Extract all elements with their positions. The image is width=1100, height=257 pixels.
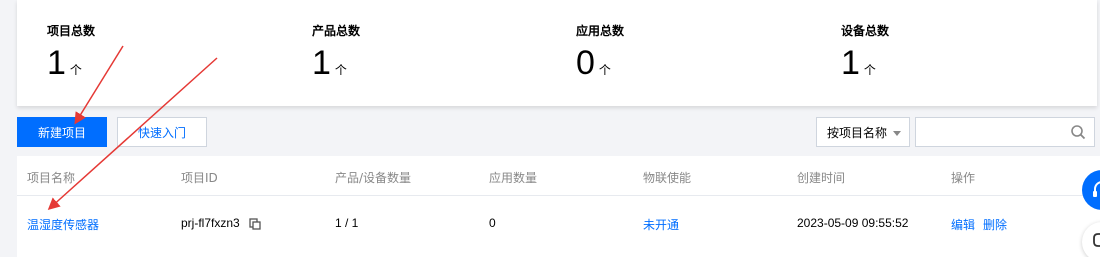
support-button[interactable] (1082, 170, 1100, 210)
search-icon[interactable] (1070, 124, 1086, 140)
stat-value: 1 (312, 44, 331, 82)
col-header: 项目ID (181, 171, 218, 185)
col-header: 操作 (951, 171, 976, 185)
stat-label: 产品总数 (312, 24, 361, 38)
table-row: 温湿度传感器 prj-fl7fxzn3 1 / 1 0 未开通 2023-05-… (17, 197, 1100, 247)
search-input[interactable] (916, 118, 1066, 146)
created-time: 2023-05-09 09:55:52 (797, 216, 909, 230)
stat-unit: 个 (69, 63, 82, 77)
project-name-link[interactable]: 温湿度传感器 (27, 216, 99, 233)
col-header: 物联使能 (643, 171, 692, 185)
iot-enable-link[interactable]: 未开通 (643, 216, 679, 233)
filter-select[interactable]: 按项目名称 (816, 117, 910, 147)
copy-icon[interactable] (249, 218, 261, 230)
chat-icon (1093, 233, 1100, 247)
stats-card: 项目总数 1 个 产品总数 1 个 应用总数 0 个 设备总数 1 个 (17, 0, 1097, 106)
stat-value: 1 (841, 44, 860, 82)
project-table: 项目名称 项目ID 产品/设备数量 应用数量 物联使能 创建时间 操作 温湿度传… (17, 156, 1100, 257)
stat-unit: 个 (334, 63, 347, 77)
col-header: 应用数量 (489, 171, 538, 185)
search-box[interactable] (915, 117, 1095, 147)
stat-value: 0 (576, 44, 595, 82)
stat-unit: 个 (598, 63, 611, 77)
product-device-count: 1 / 1 (335, 216, 359, 230)
delete-link[interactable]: 删除 (983, 216, 1007, 233)
stat-unit: 个 (863, 63, 876, 77)
chat-button[interactable] (1082, 222, 1100, 257)
stat-label: 设备总数 (841, 24, 890, 38)
app-count: 0 (489, 216, 496, 230)
caret-down-icon (893, 131, 901, 136)
create-project-button[interactable]: 新建项目 (17, 117, 107, 147)
project-id-cell: prj-fl7fxzn3 (181, 216, 261, 230)
headset-icon (1093, 181, 1100, 197)
stat-apps: 应用总数 0 个 (576, 22, 624, 81)
col-header: 产品/设备数量 (335, 171, 412, 185)
edit-link[interactable]: 编辑 (951, 216, 975, 233)
col-header: 创建时间 (797, 171, 846, 185)
project-id: prj-fl7fxzn3 (181, 216, 240, 230)
stat-products: 产品总数 1 个 (312, 22, 360, 81)
stat-projects: 项目总数 1 个 (47, 22, 95, 81)
col-header: 项目名称 (27, 171, 76, 185)
table-header: 项目名称 项目ID 产品/设备数量 应用数量 物联使能 创建时间 操作 (17, 156, 1100, 196)
stat-label: 项目总数 (47, 24, 96, 38)
filter-select-value: 按项目名称 (827, 125, 888, 140)
stat-value: 1 (47, 44, 66, 82)
stat-devices: 设备总数 1 个 (841, 22, 889, 81)
stat-label: 应用总数 (576, 24, 625, 38)
quickstart-button[interactable]: 快速入门 (117, 117, 207, 147)
